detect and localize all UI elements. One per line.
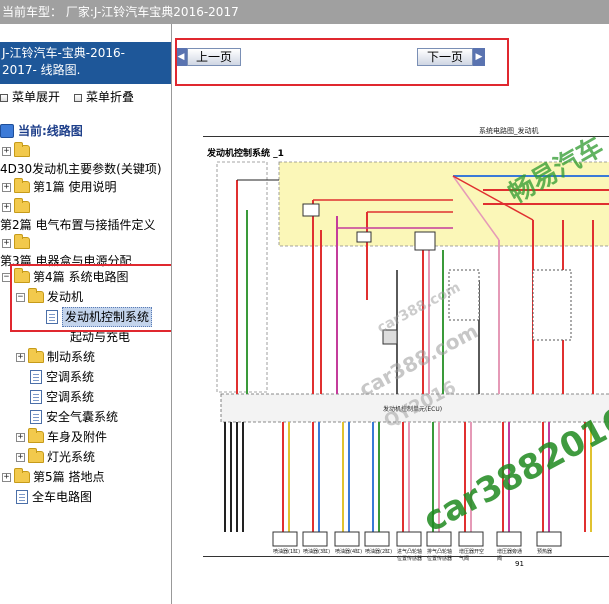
tree-item[interactable]: + 灯光系统 <box>16 448 95 466</box>
tree-item-label: 4D30发动机主要参数(关键项) <box>0 162 162 176</box>
component-label: 喷油器(1缸) <box>273 549 301 555</box>
tree-item[interactable]: 空调系统 <box>30 368 94 386</box>
tree-item[interactable]: + 第1篇 使用说明 <box>2 178 116 196</box>
current-node-label: 当前:线路图 <box>18 124 83 138</box>
preheater <box>536 531 562 547</box>
document-icon <box>16 490 28 504</box>
app-window: 当前车型： 厂家:J-江铃汽车宝典2016-2017 J-江铃汽车-宝典-201… <box>0 0 609 604</box>
tree-item[interactable]: + <box>2 198 33 216</box>
tree-item-label: 第2篇 电气布置与接插件定义 <box>0 218 156 232</box>
menu-expand-button[interactable]: 菜单展开 <box>0 88 60 104</box>
expand-toggle-icon[interactable]: + <box>2 238 11 248</box>
tree-item-label: 空调系统 <box>46 370 95 384</box>
expand-toggle-icon[interactable]: + <box>2 472 11 482</box>
tree-item-label: 制动系统 <box>47 350 96 364</box>
injector-2 <box>364 531 390 547</box>
highlight-box <box>175 38 509 86</box>
tree-item[interactable]: 空调系统 <box>30 388 94 406</box>
folder-icon <box>14 178 30 193</box>
menu-collapse-label: 菜单折叠 <box>86 90 135 104</box>
tree-item-label: 安全气囊系统 <box>46 410 119 424</box>
page-bottom-rule <box>203 556 609 557</box>
intake-cam-sensor <box>396 531 422 547</box>
expand-toggle-icon[interactable]: + <box>16 352 25 362</box>
tree-item-label: 灯光系统 <box>47 450 96 464</box>
sensor-box <box>532 269 572 341</box>
wiring-diagram: 系统电路图_发动机 发动机控制系统 _1 发动机控制单元(ECU) 喷油器(1缸… <box>203 120 609 590</box>
tree-item[interactable]: 全车电路图 <box>16 488 92 506</box>
relay <box>414 231 436 251</box>
document-icon <box>30 410 42 424</box>
expand-toggle-icon[interactable]: + <box>2 202 11 212</box>
tree-item[interactable]: + <box>2 234 33 252</box>
tree-item-label: 空调系统 <box>46 390 95 404</box>
current-node[interactable]: 当前:线路图 <box>0 122 83 140</box>
tree-item[interactable]: 安全气囊系统 <box>30 408 118 426</box>
bypass-valve <box>496 531 522 547</box>
folder-icon <box>28 428 44 443</box>
tree-item[interactable]: + 第5篇 搭地点 <box>2 468 104 486</box>
tree-item-label: 第5篇 搭地点 <box>33 470 105 484</box>
content-panel: ◀ 上一页 下一页 ▶ 系统电路图_发动机 发动机控制系统 _1 发动机控制单元… <box>175 24 609 604</box>
tree-item-label: 全车电路图 <box>32 490 93 504</box>
turbo-valve <box>458 531 484 547</box>
expand-toggle-icon[interactable]: + <box>16 452 25 462</box>
menu-collapse-button[interactable]: 菜单折叠 <box>74 88 134 104</box>
tree-item[interactable]: 4D30发动机主要参数(关键项) <box>0 160 162 178</box>
page-number: 91 <box>515 560 524 568</box>
component-label: 预热器 <box>537 549 553 555</box>
component-label: 进气凸轮轴位置传感器 <box>397 549 423 562</box>
folder-icon <box>14 198 30 213</box>
expand-toggle-icon[interactable]: + <box>2 182 11 192</box>
component-label: 喷油器(2缸) <box>365 549 393 555</box>
injector-4 <box>334 531 360 547</box>
component-label: 增压器开空气阀 <box>459 549 485 562</box>
header-line-1: J-江铃汽车-宝典-2016- <box>2 46 125 60</box>
menu-expand-label: 菜单展开 <box>12 90 61 104</box>
component-label: 排气凸轮轴位置传感器 <box>427 549 453 562</box>
left-panel-header: J-江铃汽车-宝典-2016- 2017- 线路图. <box>0 42 171 84</box>
left-panel: J-江铃汽车-宝典-2016- 2017- 线路图. 菜单展开 菜单折叠 当前:… <box>0 24 172 604</box>
component-label: 喷油器(4缸) <box>335 549 363 555</box>
folder-icon <box>28 348 44 363</box>
relay <box>302 203 320 217</box>
tree-item[interactable]: + <box>2 142 33 160</box>
folder-icon <box>14 234 30 249</box>
window-title: 当前车型： 厂家:J-江铃汽车宝典2016-2017 <box>0 0 609 24</box>
highlight-box <box>10 264 171 332</box>
tree-item[interactable]: + 制动系统 <box>16 348 95 366</box>
expand-icon <box>0 93 8 102</box>
expand-toggle-icon[interactable]: + <box>2 146 11 156</box>
folder-icon <box>14 468 30 483</box>
relay-box <box>216 161 268 393</box>
folder-icon <box>14 142 30 157</box>
expand-toggle-icon[interactable]: + <box>16 432 25 442</box>
injector-1 <box>272 531 298 547</box>
collapse-icon <box>74 93 82 102</box>
tree-item[interactable]: + 车身及附件 <box>16 428 107 446</box>
book-icon <box>0 124 14 138</box>
document-icon <box>30 370 42 384</box>
fuse <box>356 231 372 243</box>
component-label: 喷油器(3缸) <box>303 549 331 555</box>
injector-3 <box>302 531 328 547</box>
tree-item-label: 车身及附件 <box>47 430 108 444</box>
tree-item-label: 第1篇 使用说明 <box>33 180 117 194</box>
document-icon <box>30 390 42 404</box>
tree-item[interactable]: 第2篇 电气布置与接插件定义 <box>0 216 155 234</box>
header-line-2: 2017- 线路图. <box>2 63 81 77</box>
folder-icon <box>28 448 44 463</box>
